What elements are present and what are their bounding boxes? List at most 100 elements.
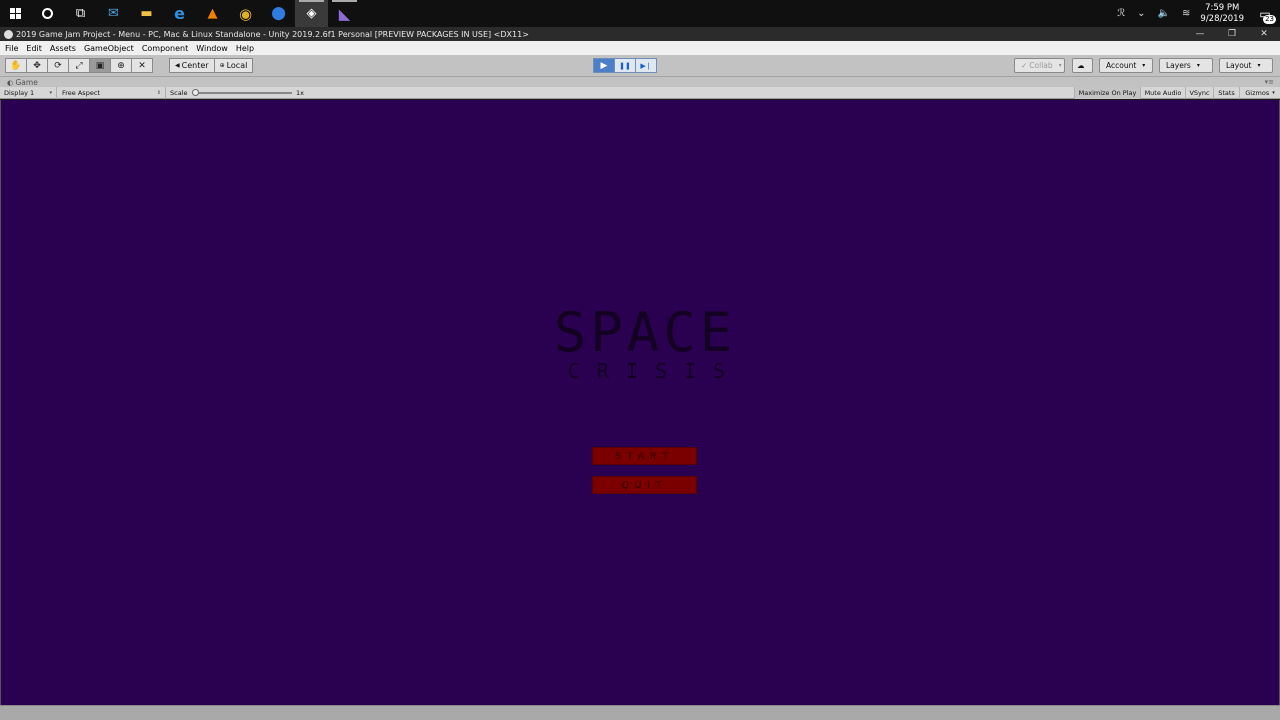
pivot-center-toggle[interactable]: ◀ Center xyxy=(169,58,215,73)
stats-toggle[interactable]: Stats xyxy=(1213,87,1239,99)
layers-chevron-icon: ▾ xyxy=(1196,62,1200,69)
game-tab[interactable]: ◐ Game xyxy=(0,78,38,87)
collab-label: Collab xyxy=(1029,61,1053,70)
scale-label: Scale xyxy=(170,89,188,97)
pause-button[interactable]: ❚❚ xyxy=(614,58,636,73)
wifi-icon[interactable]: ≋ xyxy=(1182,8,1190,19)
scale-tool-button[interactable]: ⤢ xyxy=(68,58,90,73)
start-button[interactable]: START xyxy=(592,447,697,465)
transform-icon: ⊕ xyxy=(117,60,125,71)
visual-studio-icon: ◣ xyxy=(338,4,351,23)
logo-title: SPACE xyxy=(553,301,737,364)
menu-bar: File Edit Assets GameObject Component Wi… xyxy=(0,41,1280,55)
vlc-cone-icon: ▲ xyxy=(207,6,218,21)
cortana-circle-icon xyxy=(42,8,53,19)
move-tool-button[interactable]: ✥ xyxy=(26,58,48,73)
hand-icon: ✋ xyxy=(10,60,22,71)
map-pin-icon: ⬤ xyxy=(271,6,286,21)
scale-slider-track[interactable] xyxy=(194,92,292,94)
notification-count-badge: 23 xyxy=(1263,14,1276,24)
rotate-tool-button[interactable]: ⟳ xyxy=(47,58,69,73)
aspect-chevron-icon: ⇕ xyxy=(156,90,161,96)
cloud-icon: ☁ xyxy=(1077,61,1085,70)
folder-icon: ▬ xyxy=(140,6,153,21)
collab-check-icon: ✓ xyxy=(1021,61,1028,70)
quit-button[interactable]: QUIT xyxy=(592,476,697,494)
system-tray: ℛ ⌄ 🔈 ≋ 7:59 PM 9/28/2019 ▭ 23 xyxy=(1111,0,1280,27)
minimize-button[interactable]: — xyxy=(1184,29,1216,39)
people-icon[interactable]: ℛ xyxy=(1117,8,1125,19)
chevron-up-icon[interactable]: ⌄ xyxy=(1137,8,1145,19)
maximize-on-play-toggle[interactable]: Maximize On Play xyxy=(1074,87,1140,99)
layout-dropdown[interactable]: Layout ▾ xyxy=(1219,58,1273,73)
windows-start-button[interactable] xyxy=(0,0,31,27)
step-button[interactable]: ▶❘ xyxy=(635,58,657,73)
display-dropdown[interactable]: Display 1 ▾ xyxy=(0,87,57,99)
volume-icon[interactable]: 🔈 xyxy=(1158,8,1170,19)
tab-menu-icon[interactable]: ▾≡ xyxy=(1265,78,1274,86)
unity-taskbar-button[interactable]: ◈ xyxy=(295,0,328,27)
menu-help[interactable]: Help xyxy=(232,44,258,53)
logo-subtitle: CRISIS xyxy=(567,359,743,383)
action-center-button[interactable]: ▭ 23 xyxy=(1254,3,1276,25)
unity-icon: ◈ xyxy=(306,6,317,21)
pivot-local-toggle[interactable]: ⊕ Local xyxy=(213,58,254,73)
file-explorer-button[interactable]: ▬ xyxy=(130,0,163,27)
pause-icon: ❚❚ xyxy=(619,61,631,70)
play-button[interactable]: ▶ xyxy=(593,58,615,73)
menu-assets[interactable]: Assets xyxy=(46,44,80,53)
taskbar-clock[interactable]: 7:59 PM 9/28/2019 xyxy=(1200,3,1244,25)
windows-logo-icon xyxy=(10,8,21,19)
account-label: Account xyxy=(1106,61,1137,70)
maps-button[interactable]: ⬤ xyxy=(262,0,295,27)
hand-tool-button[interactable]: ✋ xyxy=(5,58,27,73)
chrome-icon: ◉ xyxy=(238,4,253,23)
mail-app-button[interactable]: ✉ xyxy=(97,0,130,27)
gizmos-dropdown[interactable]: Gizmos ▾ xyxy=(1239,87,1280,99)
game-view[interactable]: SPACE CRISIS START QUIT xyxy=(0,100,1280,705)
chrome-button[interactable]: ◉ xyxy=(229,0,262,27)
layout-chevron-icon: ▾ xyxy=(1257,62,1261,69)
rect-tool-button[interactable]: ▣ xyxy=(89,58,111,73)
start-button-label: START xyxy=(615,451,674,461)
transform-tools: ✋ ✥ ⟳ ⤢ ▣ ⊕ ✕ xyxy=(5,58,153,73)
menu-component[interactable]: Component xyxy=(138,44,192,53)
game-tab-label: Game xyxy=(15,77,38,87)
cloud-button[interactable]: ☁ xyxy=(1072,58,1093,73)
menu-window[interactable]: Window xyxy=(192,44,232,53)
pivot-toggles: ◀ Center ⊕ Local xyxy=(169,58,254,73)
game-view-controls: Display 1 ▾ Free Aspect ⇕ Scale 1x Maxim… xyxy=(0,87,1280,99)
play-icon: ▶ xyxy=(600,60,608,71)
close-button[interactable]: ✕ xyxy=(1248,29,1280,39)
account-dropdown[interactable]: Account ▾ xyxy=(1099,58,1153,73)
rotate-icon: ⟳ xyxy=(54,60,62,71)
aspect-dropdown[interactable]: Free Aspect ⇕ xyxy=(58,87,166,99)
custom-tool-button[interactable]: ✕ xyxy=(131,58,153,73)
transform-tool-button[interactable]: ⊕ xyxy=(110,58,132,73)
collab-button[interactable]: ✓ Collab ▾ xyxy=(1014,58,1065,73)
cortana-button[interactable] xyxy=(31,0,64,27)
unity-toolbar: ✋ ✥ ⟳ ⤢ ▣ ⊕ ✕ ◀ Center ⊕ Local ▶ ❚❚ ▶❘ ✓… xyxy=(0,55,1280,77)
edge-button[interactable]: e xyxy=(163,0,196,27)
window-title: 2019 Game Jam Project - Menu - PC, Mac &… xyxy=(16,29,529,39)
clock-date: 9/28/2019 xyxy=(1200,13,1244,24)
clock-time: 7:59 PM xyxy=(1205,2,1240,13)
vlc-button[interactable]: ▲ xyxy=(196,0,229,27)
account-chevron-icon: ▾ xyxy=(1142,62,1146,69)
menu-gameobject[interactable]: GameObject xyxy=(80,44,138,53)
task-view-icon: ⧉ xyxy=(75,6,86,21)
scale-slider-handle[interactable] xyxy=(192,89,199,96)
rect-icon: ▣ xyxy=(95,60,105,71)
collab-dropdown-icon: ▾ xyxy=(1058,62,1062,69)
layers-dropdown[interactable]: Layers ▾ xyxy=(1159,58,1213,73)
task-view-button[interactable]: ⧉ xyxy=(64,0,97,27)
pivot-local-label: Local xyxy=(226,61,248,70)
visual-studio-button[interactable]: ◣ xyxy=(328,0,361,27)
menu-file[interactable]: File xyxy=(0,44,22,53)
restore-button[interactable]: ❐ xyxy=(1216,29,1248,39)
vsync-toggle[interactable]: VSync xyxy=(1185,87,1213,99)
mute-audio-toggle[interactable]: Mute Audio xyxy=(1140,87,1185,99)
menu-edit[interactable]: Edit xyxy=(22,44,46,53)
window-title-bar: 2019 Game Jam Project - Menu - PC, Mac &… xyxy=(0,27,1280,41)
custom-tool-icon: ✕ xyxy=(138,60,146,71)
